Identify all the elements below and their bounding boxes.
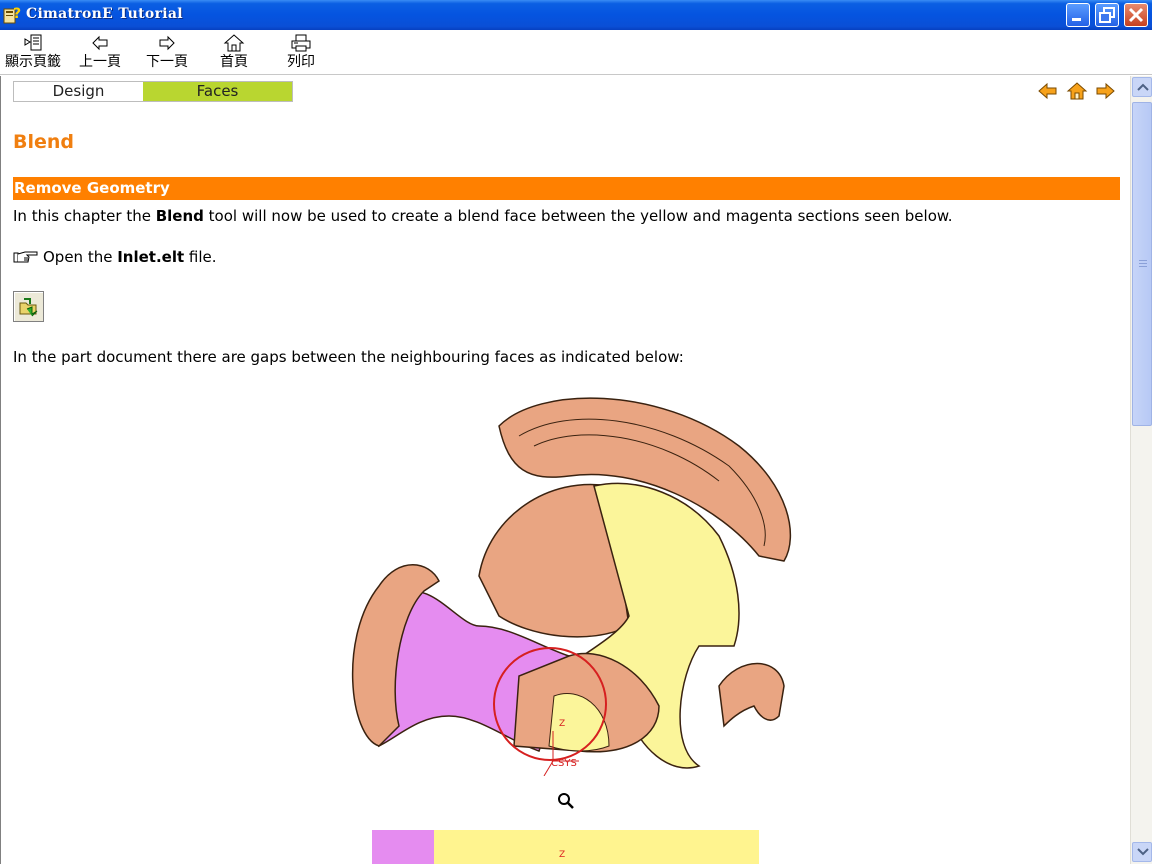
scroll-grip (1139, 260, 1147, 267)
printer-icon (291, 34, 311, 52)
minimize-icon (1072, 18, 1081, 21)
print-button[interactable]: 列印 (279, 34, 323, 74)
intro-text: In this chapter the (13, 207, 156, 225)
show-tabs-button[interactable]: 顯示頁籤 (2, 34, 64, 74)
next-page-label: 下一頁 (146, 54, 188, 70)
previous-page-button[interactable]: 上一頁 (76, 34, 124, 74)
previous-page-label: 上一頁 (79, 54, 121, 70)
open-file-button[interactable] (13, 291, 44, 322)
close-button[interactable] (1124, 3, 1148, 27)
close-icon (1128, 7, 1144, 23)
chevron-up-icon (1137, 83, 1149, 91)
home-icon[interactable] (1066, 80, 1088, 102)
print-label: 列印 (287, 54, 315, 70)
instruction-paragraph: Open the Inlet.elt file. (13, 248, 217, 266)
magnifier-icon[interactable] (557, 792, 575, 810)
show-tabs-label: 顯示頁籤 (5, 54, 61, 70)
preview-magenta-area (372, 830, 434, 864)
scroll-thumb[interactable] (1132, 102, 1152, 426)
minimize-button[interactable] (1066, 3, 1090, 27)
help-book-icon[interactable]: ? (3, 6, 21, 24)
file-name: Inlet.elt (117, 248, 185, 266)
next-page-button[interactable]: 下一頁 (143, 34, 191, 74)
back-arrow-icon (92, 35, 108, 51)
home-button[interactable]: 首頁 (212, 34, 256, 74)
instruction-text-end: file. (184, 248, 217, 266)
tab-faces[interactable]: Faces (143, 82, 292, 101)
page-title: Blend (13, 131, 75, 153)
pointing-hand-icon (13, 251, 38, 263)
arrow-left-icon[interactable] (1037, 80, 1059, 102)
chevron-down-icon (1137, 848, 1149, 856)
open-folder-icon (19, 298, 38, 317)
forward-arrow-icon (159, 35, 175, 51)
topic-tabs: Design Faces (13, 81, 293, 102)
axis-label-csys: CSYS (551, 758, 577, 769)
house-icon (223, 34, 245, 52)
maximize-button[interactable] (1095, 3, 1119, 27)
window-title: CimatronE Tutorial (26, 6, 183, 22)
axis-label-z: Z (559, 719, 565, 729)
intro-paragraph: In this chapter the Blend tool will now … (13, 207, 953, 225)
section-title: Remove Geometry (13, 177, 1120, 200)
title-bar: ? CimatronE Tutorial (0, 0, 1152, 30)
home-label: 首頁 (220, 54, 248, 70)
right-flange (718, 662, 785, 728)
svg-text:?: ? (13, 6, 21, 22)
help-content: Design Faces Blend Remove Geometry In th… (0, 76, 1130, 864)
arrow-right-icon[interactable] (1094, 80, 1116, 102)
vertical-scrollbar[interactable] (1130, 76, 1152, 864)
help-toolbar: 顯示頁籤 上一頁 下一頁 首頁 列印 (0, 30, 1152, 75)
tab-design[interactable]: Design (14, 82, 143, 101)
bookmark-panel-icon (24, 34, 42, 51)
preview-axis-z: Z (559, 850, 566, 860)
inlet-model-figure: CSYS Z (351, 397, 792, 776)
scroll-down-button[interactable] (1132, 842, 1152, 862)
zoomed-preview-image: Z (372, 830, 759, 864)
instruction-text: Open the (43, 248, 118, 266)
maximize-icon (1099, 7, 1115, 23)
blend-term: Blend (155, 207, 204, 225)
scroll-up-button[interactable] (1132, 77, 1152, 97)
intro-text-end: tool will now be used to create a blend … (203, 207, 953, 225)
gap-paragraph: In the part document there are gaps betw… (13, 348, 684, 366)
